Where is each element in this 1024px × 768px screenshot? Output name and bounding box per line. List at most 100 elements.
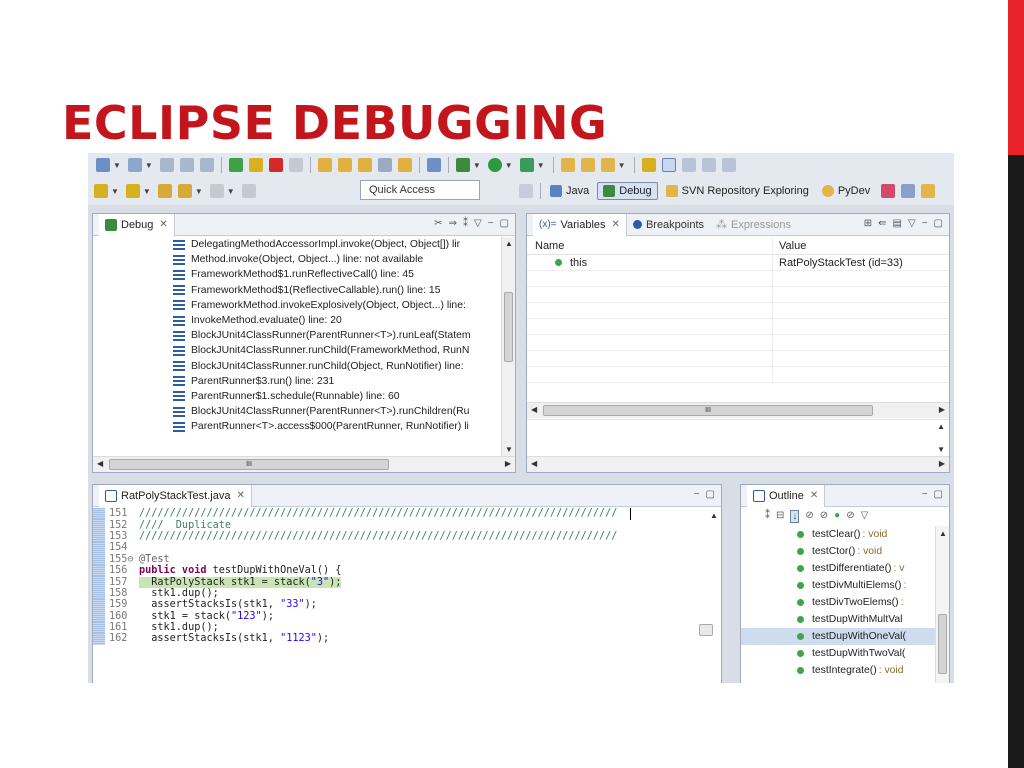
debug-horizontal-scrollbar[interactable]: ◀ III ▶ [93, 456, 515, 472]
variable-row-this[interactable]: this RatPolyStackTest (id=33) [527, 255, 949, 271]
stack-frame-row[interactable]: InvokeMethod.evaluate() line: 20 [93, 313, 501, 328]
gutter-marker[interactable] [93, 508, 105, 520]
scroll-thumb[interactable] [938, 614, 947, 674]
stack-frame-row[interactable]: FrameworkMethod$1(ReflectiveCallable).ru… [93, 283, 501, 298]
gutter-marker[interactable] [93, 564, 105, 577]
step-return-icon[interactable] [357, 158, 372, 172]
new-java-project-icon[interactable] [560, 158, 575, 172]
code-area[interactable]: 151 /////////////////////////////////////… [93, 508, 721, 683]
coverage-icon[interactable] [519, 158, 534, 172]
perspective-svn[interactable]: SVN Repository Exploring [661, 183, 814, 199]
pin-editor-icon[interactable] [241, 184, 256, 198]
scroll-left-icon[interactable]: ◀ [531, 405, 537, 414]
resume-icon[interactable] [228, 158, 243, 172]
column-header-name[interactable]: Name [527, 237, 773, 254]
scroll-left-icon[interactable]: ◀ [531, 459, 537, 468]
gutter-marker[interactable] [93, 599, 105, 611]
forward-icon[interactable] [209, 184, 224, 198]
scroll-down-icon[interactable]: ▼ [505, 445, 513, 454]
link-with-editor-icon[interactable]: ⁑ [765, 510, 770, 523]
outline-item[interactable]: testDivTwoElems() : [741, 594, 935, 611]
scroll-down-icon[interactable]: ▼ [937, 445, 945, 454]
perspective-java[interactable]: Java [545, 183, 594, 199]
step-into-icon[interactable] [317, 158, 332, 172]
tab-variables[interactable]: (x)= Variables ✕ [533, 213, 627, 236]
tab-ratpolystacktest[interactable]: RatPolyStackTest.java ✕ [99, 484, 252, 507]
layout-icon[interactable]: ▤ [893, 218, 902, 229]
show-whitespace-icon[interactable] [721, 158, 736, 172]
drop-to-frame-icon[interactable] [377, 158, 392, 172]
chevron-down-icon[interactable]: ▼ [143, 187, 151, 196]
tab-debug[interactable]: Debug ✕ [99, 213, 175, 236]
step-over-icon[interactable] [337, 158, 352, 172]
save-icon[interactable] [159, 158, 174, 172]
gutter-marker[interactable] [93, 530, 105, 543]
collapse-all-icon[interactable]: ⊟ [776, 510, 784, 523]
close-icon[interactable]: ✕ [159, 219, 167, 230]
scroll-thumb[interactable] [504, 292, 513, 362]
scroll-up-icon[interactable]: ▲ [939, 529, 947, 538]
stack-frame-row[interactable]: BlockJUnit4ClassRunner(ParentRunner<T>).… [93, 404, 501, 419]
scroll-thumb[interactable]: III [109, 459, 389, 470]
gutter-marker[interactable] [93, 621, 105, 634]
plugin-perspective-icon[interactable] [881, 184, 896, 198]
hide-fields-icon[interactable]: ⊘ [805, 510, 813, 523]
scroll-right-icon[interactable]: ▶ [939, 405, 945, 414]
link-with-debug-icon[interactable]: ⇒ [449, 218, 457, 229]
annotation-previous-icon[interactable] [125, 184, 140, 198]
gutter-marker[interactable] [93, 519, 105, 531]
scroll-left-icon[interactable]: ◀ [97, 459, 103, 468]
search-icon[interactable] [641, 158, 656, 172]
stack-frame-row[interactable]: BlockJUnit4ClassRunner(ParentRunner<T>).… [93, 328, 501, 343]
close-icon[interactable]: ✕ [810, 490, 818, 501]
stack-frame-row[interactable]: ParentRunner<T>.access$000(ParentRunner,… [93, 419, 501, 434]
stack-frame-row[interactable]: Method.invoke(Object, Object...) line: n… [93, 252, 501, 267]
tab-outline[interactable]: Outline ✕ [747, 484, 826, 507]
perspective-pydev[interactable]: PyDev [817, 183, 875, 199]
tab-breakpoints[interactable]: Breakpoints [627, 219, 710, 231]
minimize-icon[interactable]: − [694, 489, 700, 500]
minimize-icon[interactable]: − [488, 218, 494, 229]
gutter-marker[interactable] [93, 610, 105, 622]
use-step-filters-icon[interactable] [397, 158, 412, 172]
debug-vertical-scrollbar[interactable]: ▲ ▼ [501, 237, 515, 456]
code-line[interactable]: 160 stk1 = stack("123"); [93, 610, 721, 622]
gutter-marker[interactable] [93, 633, 105, 645]
outline-item[interactable]: testDupWithMultVal [741, 611, 935, 628]
outline-item[interactable]: testDifferentiate() : v [741, 560, 935, 577]
scroll-right-icon[interactable]: ▶ [505, 459, 511, 468]
outline-item[interactable]: testClear() : void [741, 526, 935, 543]
close-icon[interactable]: ✕ [612, 219, 620, 230]
scroll-right-icon[interactable]: ▶ [939, 459, 945, 468]
tab-expressions[interactable]: ⁂ Expressions [710, 218, 797, 232]
open-type-icon[interactable] [580, 158, 595, 172]
code-line[interactable]: 152 //// Duplicate [93, 519, 721, 531]
maximize-icon[interactable]: ▢ [500, 218, 509, 229]
resource-perspective-icon[interactable] [921, 184, 936, 198]
chevron-down-icon[interactable]: ▼ [195, 187, 203, 196]
maximize-icon[interactable]: ▢ [934, 489, 943, 500]
view-menu-icon[interactable]: ▽ [861, 510, 869, 523]
code-line[interactable]: 158 stk1.dup(); [93, 587, 721, 600]
code-line[interactable]: 162 assertStacksIs(stk1, "1123"); [93, 633, 721, 645]
chevron-down-icon[interactable]: ▼ [227, 187, 235, 196]
scroll-up-icon[interactable]: ▲ [937, 422, 945, 431]
open-task-icon[interactable] [600, 158, 615, 172]
outline-item[interactable]: testDupWithOneVal( [741, 628, 935, 645]
new-project-icon[interactable] [127, 158, 142, 172]
print-icon[interactable] [199, 158, 214, 172]
outline-item[interactable]: testCtor() : void [741, 543, 935, 560]
view-menu-icon[interactable]: ▽ [474, 218, 482, 229]
code-line[interactable]: 153 /////////////////////////////////////… [93, 530, 721, 543]
chevron-down-icon[interactable]: ▼ [111, 187, 119, 196]
back-icon[interactable] [177, 184, 192, 198]
gutter-marker[interactable] [93, 542, 105, 554]
chevron-down-icon[interactable]: ▼ [145, 161, 153, 170]
code-line[interactable]: 154 [93, 542, 721, 554]
outline-item[interactable]: testDupWithTwoVal( [741, 645, 935, 662]
hide-local-types-icon[interactable]: ⊘ [846, 510, 854, 523]
stack-frame-row[interactable]: ParentRunner$1.schedule(Runnable) line: … [93, 389, 501, 404]
scroll-thumb[interactable]: III [543, 405, 873, 416]
maximize-icon[interactable]: ▢ [706, 489, 715, 500]
code-line[interactable]: 156 public void testDupWithOneVal() { [93, 564, 721, 577]
